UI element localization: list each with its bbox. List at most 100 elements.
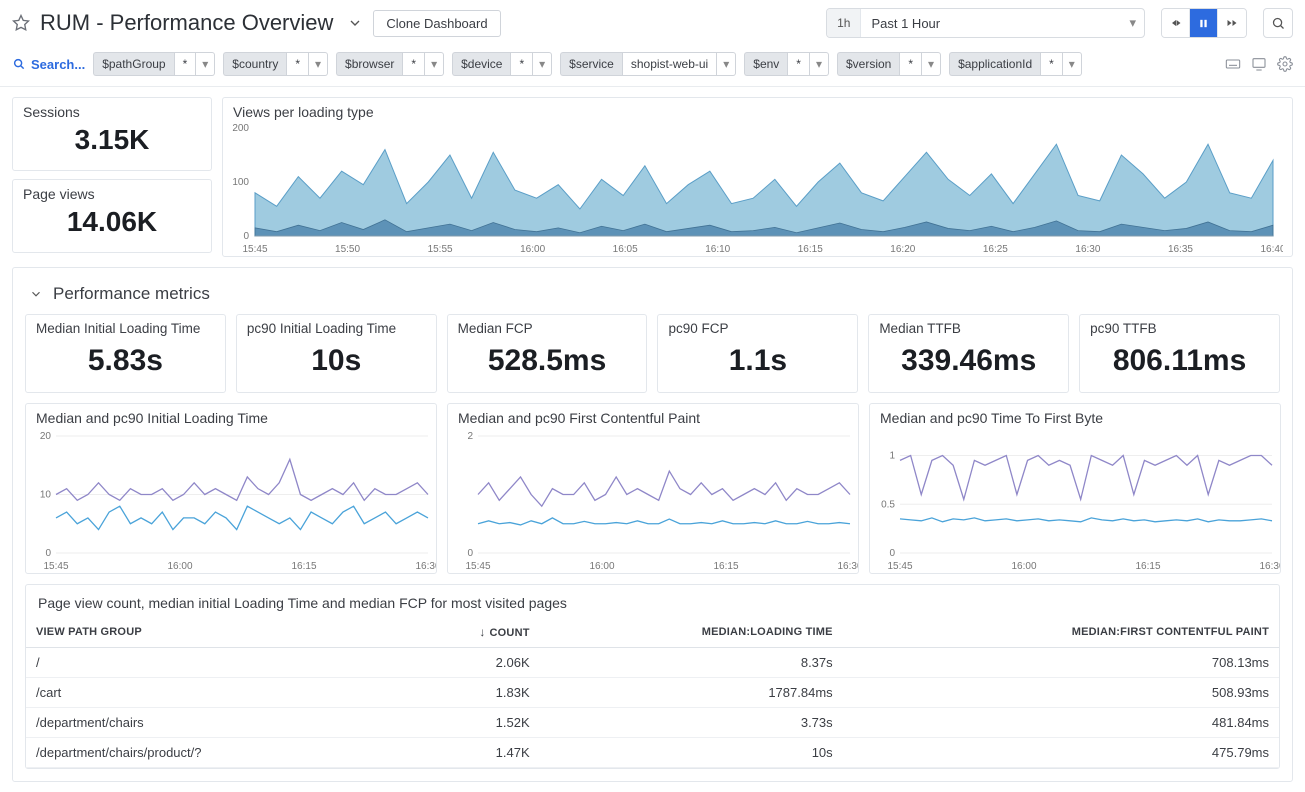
svg-text:16:30: 16:30 xyxy=(415,561,436,572)
line-chart-card: Median and pc90 First Contentful Paint02… xyxy=(447,403,859,574)
svg-text:20: 20 xyxy=(40,431,52,442)
search-link[interactable]: Search... xyxy=(12,57,85,72)
metric-card: pc90 FCP1.1s xyxy=(657,314,858,393)
timeframe-range: Past 1 Hour xyxy=(861,16,1121,31)
views-chart-card: Views per loading type 0 100 200 15:45 15:50… xyxy=(222,97,1293,257)
svg-text:16:30: 16:30 xyxy=(1075,244,1100,255)
chevron-down-icon: ▾ xyxy=(810,52,829,76)
playback-prev-button[interactable] xyxy=(1162,9,1190,37)
svg-text:16:00: 16:00 xyxy=(1011,561,1036,572)
line-chart-card: Median and pc90 Time To First Byte00.511… xyxy=(869,403,1281,574)
views-area-chart: 010020015:4515:5015:5516:0016:0516:1016:… xyxy=(223,122,1283,256)
table-row[interactable]: /2.06K8.37s708.13ms xyxy=(26,648,1279,678)
svg-text:15:55: 15:55 xyxy=(428,244,453,255)
table-row[interactable]: /department/chairs1.52K3.73s481.84ms xyxy=(26,708,1279,738)
table-row[interactable]: /department/chairs/product/?1.47K10s475.… xyxy=(26,738,1279,768)
chevron-down-icon: ▾ xyxy=(922,52,941,76)
chevron-down-icon: ▾ xyxy=(1063,52,1082,76)
svg-text:15:45: 15:45 xyxy=(43,561,68,572)
timeframe-selector[interactable]: 1h Past 1 Hour ▾ xyxy=(826,8,1145,38)
svg-text:16:15: 16:15 xyxy=(291,561,316,572)
filter-var-version[interactable]: $version*▾ xyxy=(837,52,941,76)
dashboard-title: RUM - Performance Overview xyxy=(40,10,333,36)
filter-var-pathGroup[interactable]: $pathGroup*▾ xyxy=(93,52,215,76)
filter-var-applicationId[interactable]: $applicationId*▾ xyxy=(949,52,1082,76)
clone-dashboard-button[interactable]: Clone Dashboard xyxy=(373,10,500,37)
svg-text:100: 100 xyxy=(232,177,249,188)
table-title: Page view count, median initial Loading … xyxy=(26,585,1279,617)
svg-text:0: 0 xyxy=(45,548,51,559)
metric-card: Median Initial Loading Time5.83s xyxy=(25,314,226,393)
metric-card: pc90 TTFB806.11ms xyxy=(1079,314,1280,393)
svg-text:16:30: 16:30 xyxy=(1259,561,1280,572)
line-chart-card: Median and pc90 Initial Loading Time0102… xyxy=(25,403,437,574)
svg-text:15:45: 15:45 xyxy=(887,561,912,572)
line-chart: 0 2 15:45 16:00 16:15 16:30 xyxy=(448,428,858,573)
svg-text:16:00: 16:00 xyxy=(167,561,192,572)
svg-text:0: 0 xyxy=(889,548,895,559)
filter-var-env[interactable]: $env*▾ xyxy=(744,52,829,76)
section-title: Performance metrics xyxy=(53,284,210,304)
pageviews-card: Page views 14.06K xyxy=(12,179,212,253)
svg-text:16:25: 16:25 xyxy=(983,244,1008,255)
svg-text:10: 10 xyxy=(40,490,52,501)
svg-text:16:05: 16:05 xyxy=(613,244,638,255)
metric-card: Median FCP528.5ms xyxy=(447,314,648,393)
svg-text:16:00: 16:00 xyxy=(589,561,614,572)
svg-text:0: 0 xyxy=(467,548,473,559)
svg-text:16:35: 16:35 xyxy=(1168,244,1193,255)
filter-var-device[interactable]: $device*▾ xyxy=(452,52,552,76)
metric-card: pc90 Initial Loading Time10s xyxy=(236,314,437,393)
line-chart: 0 10 20 15:45 16:00 16:15 16:30 xyxy=(26,428,436,573)
sessions-title: Sessions xyxy=(13,98,211,122)
keyboard-icon[interactable] xyxy=(1225,56,1241,72)
svg-text:16:10: 16:10 xyxy=(705,244,730,255)
metric-card: Median TTFB339.46ms xyxy=(868,314,1069,393)
star-icon[interactable] xyxy=(12,14,30,32)
table-row[interactable]: /cart1.83K1787.84ms508.93ms xyxy=(26,678,1279,708)
chevron-down-icon: ▾ xyxy=(1121,15,1144,31)
gear-icon[interactable] xyxy=(1277,56,1293,72)
playback-pause-button[interactable] xyxy=(1190,9,1218,37)
title-dropdown[interactable] xyxy=(347,15,363,31)
svg-text:16:30: 16:30 xyxy=(837,561,858,572)
pageviews-title: Page views xyxy=(13,180,211,204)
filter-var-country[interactable]: $country*▾ xyxy=(223,52,328,76)
views-chart-title: Views per loading type xyxy=(223,98,1292,122)
col-count[interactable]: ↓COUNT xyxy=(398,617,539,648)
sessions-card: Sessions 3.15K xyxy=(12,97,212,171)
svg-text:1: 1 xyxy=(889,451,895,462)
playback-next-button[interactable] xyxy=(1218,9,1246,37)
col-fcp[interactable]: MEDIAN:FIRST CONTENTFUL PAINT xyxy=(843,617,1279,648)
chevron-down-icon: ▾ xyxy=(717,52,736,76)
collapse-icon[interactable] xyxy=(29,287,43,301)
svg-text:16:15: 16:15 xyxy=(1135,561,1160,572)
filter-var-service[interactable]: $serviceshopist-web-ui▾ xyxy=(560,52,736,76)
pageviews-value: 14.06K xyxy=(13,204,211,248)
filter-var-browser[interactable]: $browser*▾ xyxy=(336,52,444,76)
col-path[interactable]: VIEW PATH GROUP xyxy=(26,617,398,648)
col-loading[interactable]: MEDIAN:LOADING TIME xyxy=(540,617,843,648)
svg-text:15:45: 15:45 xyxy=(465,561,490,572)
svg-text:16:20: 16:20 xyxy=(890,244,915,255)
svg-text:16:40: 16:40 xyxy=(1260,244,1283,255)
chevron-down-icon: ▾ xyxy=(425,52,444,76)
chevron-down-icon: ▾ xyxy=(309,52,328,76)
svg-text:16:15: 16:15 xyxy=(713,561,738,572)
svg-text:16:15: 16:15 xyxy=(798,244,823,255)
search-button[interactable] xyxy=(1263,8,1293,38)
svg-text:200: 200 xyxy=(232,123,249,134)
line-chart: 0 0.5 1 15:45 16:00 16:15 16:30 xyxy=(870,428,1280,573)
pageview-table: VIEW PATH GROUP ↓COUNT MEDIAN:LOADING TI… xyxy=(26,617,1279,768)
chevron-down-icon: ▾ xyxy=(533,52,552,76)
svg-text:0.5: 0.5 xyxy=(881,499,895,510)
svg-text:0: 0 xyxy=(243,231,249,242)
svg-text:15:50: 15:50 xyxy=(335,244,360,255)
svg-text:2: 2 xyxy=(467,431,473,442)
table-card: Page view count, median initial Loading … xyxy=(25,584,1280,769)
sessions-value: 3.15K xyxy=(13,122,211,166)
svg-text:15:45: 15:45 xyxy=(242,244,267,255)
search-label: Search... xyxy=(31,57,85,72)
timeframe-short-label: 1h xyxy=(827,9,861,37)
tv-icon[interactable] xyxy=(1251,56,1267,72)
